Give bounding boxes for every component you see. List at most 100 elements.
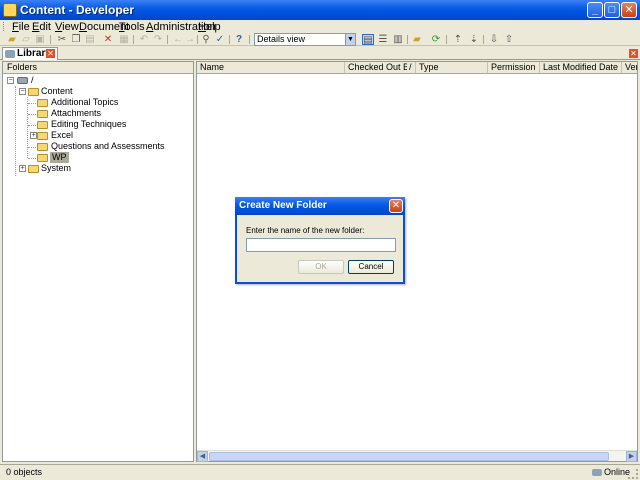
toolbar-separator [133,35,134,44]
minimize-button[interactable]: _ [587,2,603,18]
tree-item-label: WP [50,152,69,163]
folders-header: Folders [3,62,193,74]
folders-panel: Folders − / − Content Additional Topics … [2,61,194,462]
dialog-close-button[interactable]: ✕ [389,199,403,213]
folder-icon [37,99,48,107]
redo-icon[interactable]: ↷ [152,34,164,45]
scroll-left-icon[interactable]: ◀ [197,451,208,462]
list-view-icon[interactable]: ☰ [377,34,389,45]
tab-strip: Library ✕ [0,46,640,60]
tab-library[interactable]: Library ✕ [2,47,58,60]
menu-file[interactable]: File [12,21,30,33]
export-icon[interactable]: ⇧ [503,34,515,45]
save-icon[interactable]: ▣ [34,34,46,45]
maximize-button[interactable]: □ [604,2,620,18]
tree-item-excel[interactable]: + Excel [30,130,187,141]
back-icon[interactable]: ← [172,34,184,45]
tab-close-icon[interactable]: ✕ [46,49,55,58]
tree-item-editing-techniques[interactable]: Editing Techniques [37,119,187,130]
panel-close-icon[interactable]: ✕ [629,49,638,58]
online-icon [592,469,602,476]
folder-name-input[interactable] [246,238,396,252]
tree-item-root[interactable]: − / [7,75,187,86]
menu-tools[interactable]: Tools [119,21,145,33]
details-view-icon[interactable]: ▤ [362,34,374,46]
tree-item-questions-and-assessments[interactable]: Questions and Assessments [37,141,187,152]
toolbar-separator [249,35,250,44]
menu-help[interactable]: Help [198,21,221,33]
column-header-permission[interactable]: Permission [488,62,540,74]
properties-icon[interactable]: ▦ [118,34,130,45]
refresh-icon[interactable]: ⟳ [430,34,442,45]
tree-item-label: System [41,163,72,173]
chevron-down-icon[interactable]: ▼ [345,34,355,45]
tree-item-label: Excel [51,130,74,140]
tree-line [28,125,36,126]
menu-grip [3,22,6,31]
expand-icon[interactable]: + [30,132,37,139]
title-bar: Content - Developer _ □ ✕ [0,0,640,20]
cut-icon[interactable]: ✂ [56,34,68,45]
delete-icon[interactable]: ✕ [102,34,114,45]
tree-item-label: / [31,75,34,85]
tree-item-label: Editing Techniques [51,119,127,129]
connection-status: Online [604,467,631,477]
collapse-icon[interactable]: − [7,77,14,84]
check-in-icon[interactable]: ⇡ [452,34,464,45]
toolbar-separator [483,35,484,44]
tree-item-label: Additional Topics [51,97,119,107]
expand-icon[interactable]: + [19,165,26,172]
scrollbar-thumb[interactable] [209,452,609,461]
tree-item-additional-topics[interactable]: Additional Topics [37,97,187,108]
split-view-icon[interactable]: ▥ [392,34,404,45]
open-icon[interactable]: ▱ [20,34,32,45]
close-button[interactable]: ✕ [621,2,637,18]
view-select[interactable]: Details view ▼ [254,33,356,46]
toolbar-separator [407,35,408,44]
menu-edit[interactable]: Edit [32,21,51,33]
column-header-type[interactable]: Type [416,62,488,74]
tree-item-label: Attachments [51,108,102,118]
column-header-checked-out-by[interactable]: Checked Out By [345,62,407,74]
forward-icon[interactable]: → [184,34,196,45]
create-new-folder-dialog: Create New Folder ✕ Enter the name of th… [235,197,405,284]
menu-view[interactable]: View [55,21,79,33]
column-header-version[interactable]: Ver [622,62,637,74]
cancel-button[interactable]: Cancel [348,260,394,274]
new-folder-icon[interactable]: ▰ [6,34,18,45]
ok-button[interactable]: OK [298,260,344,274]
paste-icon[interactable]: ▤ [84,34,96,45]
toolbar-separator [229,35,230,44]
collapse-icon[interactable]: − [19,88,26,95]
folder-icon [37,110,48,118]
folder-icon [37,143,48,151]
check-out-icon[interactable]: ⇣ [468,34,480,45]
tree-item-label: Questions and Assessments [51,141,165,151]
scroll-right-icon[interactable]: ▶ [626,451,637,462]
horizontal-scrollbar[interactable]: ◀ ▶ [197,450,637,462]
window-title: Content - Developer [20,3,135,17]
column-header-name[interactable]: Name [197,62,345,74]
tree-item-content[interactable]: − Content [19,86,189,97]
toolbar: ▰ ▱ ▣ ✂ ❐ ▤ ✕ ▦ ↶ ↷ ← → ⚲ ✓ ? Details vi… [0,33,640,46]
folder-icon [37,132,48,140]
help-icon[interactable]: ? [233,34,245,45]
publish-icon[interactable]: ▰ [411,34,423,45]
folder-icon [28,165,39,173]
column-header-last-modified-date[interactable]: Last Modified Date [540,62,622,74]
spell-icon[interactable]: ✓ [214,34,226,45]
copy-icon[interactable]: ❐ [70,34,82,45]
undo-icon[interactable]: ↶ [138,34,150,45]
toolbar-separator [167,35,168,44]
tree-item-system[interactable]: + System [19,163,189,174]
dialog-title: Create New Folder [235,197,405,215]
tree-item-wp[interactable]: WP [37,152,187,163]
tree-item-attachments[interactable]: Attachments [37,108,187,119]
object-count: 0 objects [6,467,43,477]
column-header-sort[interactable]: / [407,62,416,74]
tree-item-label: Content [41,86,73,96]
toolbar-separator [197,35,198,44]
resize-grip[interactable] [628,469,638,479]
find-icon[interactable]: ⚲ [200,34,212,45]
import-icon[interactable]: ⇩ [488,34,500,45]
